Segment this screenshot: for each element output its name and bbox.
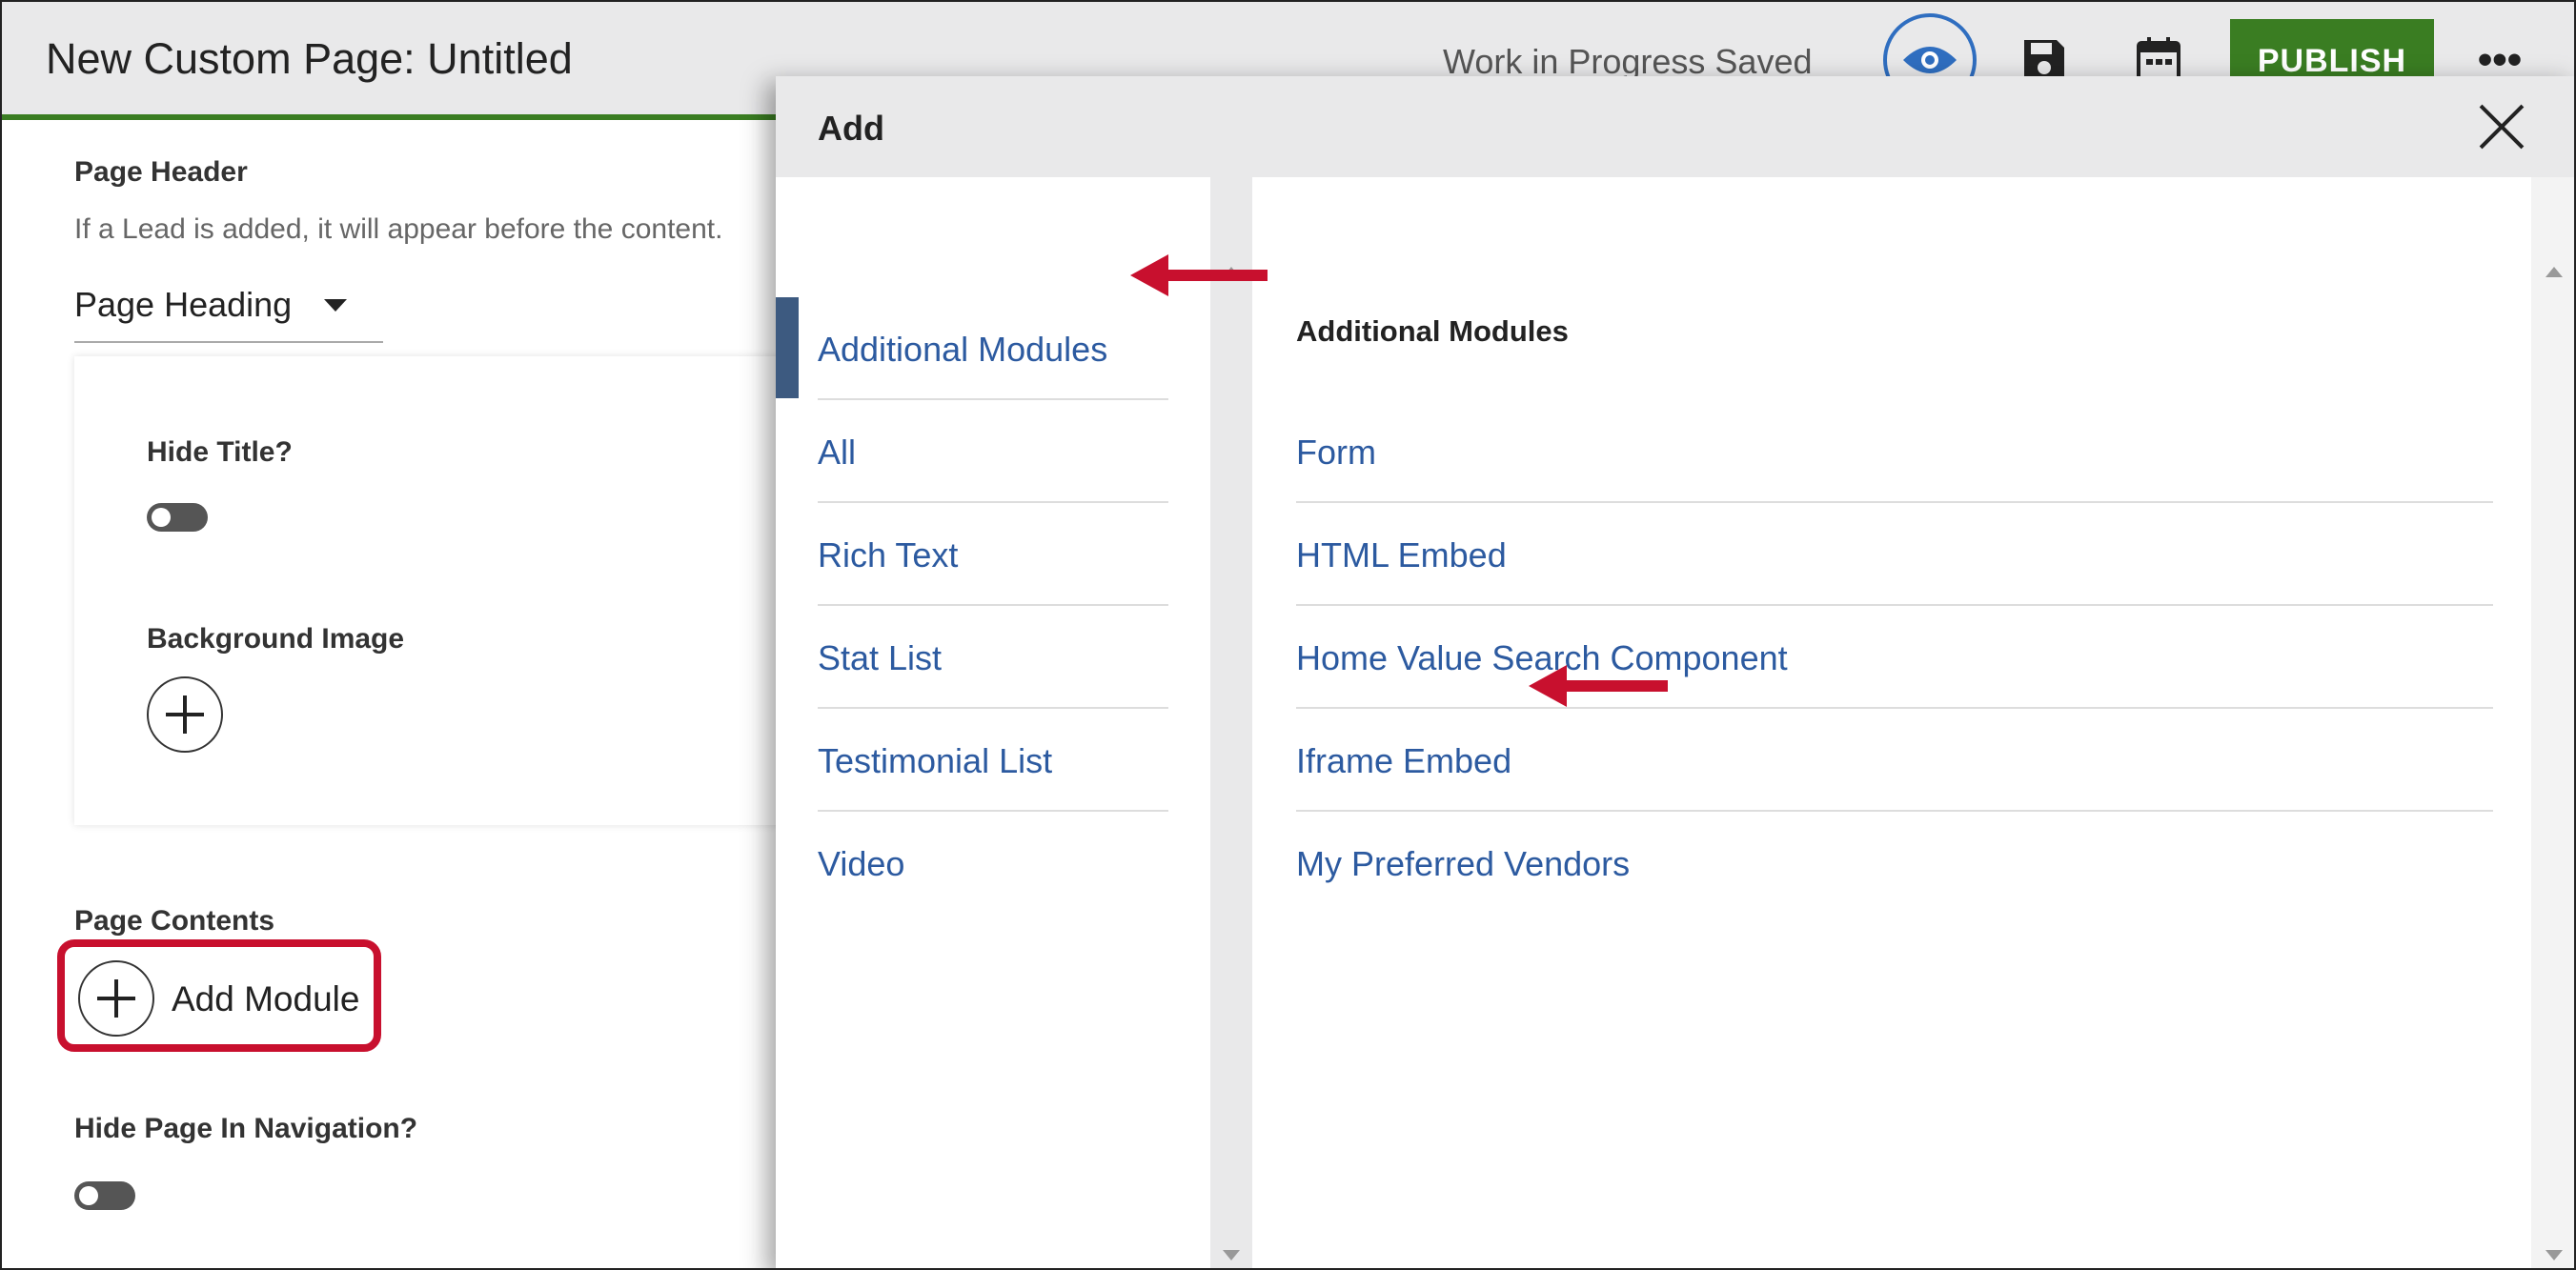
scroll-down-icon[interactable] — [2546, 1250, 2563, 1260]
module-item[interactable]: HTML Embed — [1296, 503, 2493, 606]
category-item[interactable]: Video — [818, 812, 1168, 915]
scroll-down-icon[interactable] — [1223, 1250, 1240, 1260]
page-header-help: If a Lead is added, it will appear befor… — [74, 213, 723, 245]
category-item[interactable]: All — [818, 400, 1168, 503]
hide-nav-label: Hide Page In Navigation? — [74, 1113, 418, 1144]
hide-title-toggle[interactable] — [147, 503, 208, 532]
modules-heading: Additional Modules — [1296, 314, 1569, 348]
active-category-indicator — [776, 297, 799, 398]
module-list: Additional Modules Form HTML Embed Home … — [1252, 177, 2531, 1268]
category-item[interactable]: Testimonial List — [818, 709, 1168, 812]
category-item[interactable]: Rich Text — [818, 503, 1168, 606]
module-item[interactable]: Form — [1296, 400, 2493, 503]
dialog-header: Add — [776, 76, 2574, 177]
module-item[interactable]: Home Value Search Component — [1296, 606, 2493, 709]
add-dialog: Add Additional Modules All Rich Text Sta… — [776, 76, 2574, 1268]
page-contents-label: Page Contents — [74, 905, 275, 937]
category-scrollbar[interactable] — [1210, 177, 1252, 1268]
hide-nav-toggle[interactable] — [74, 1181, 135, 1210]
dialog-title: Add — [818, 109, 884, 148]
add-module-button[interactable] — [78, 960, 154, 1037]
page-header-label: Page Header — [74, 156, 248, 188]
module-item[interactable]: My Preferred Vendors — [1296, 812, 2493, 915]
module-item[interactable]: Iframe Embed — [1296, 709, 2493, 812]
page-header-card: Hide Title? Background Image — [74, 356, 799, 825]
page-heading-select-value: Page Heading — [74, 285, 293, 324]
plus-icon — [166, 695, 204, 734]
annotation-arrow-icon — [1130, 254, 1268, 296]
app-frame: New Custom Page: Untitled Work in Progre… — [0, 0, 2576, 1270]
chevron-down-icon — [324, 298, 348, 312]
scroll-up-icon[interactable] — [2546, 267, 2563, 277]
hide-title-label: Hide Title? — [147, 436, 293, 468]
annotation-arrow-icon — [1529, 665, 1668, 707]
background-image-label: Background Image — [147, 623, 405, 655]
category-list: Additional Modules All Rich Text Stat Li… — [776, 177, 1210, 1268]
add-module-highlight: Add Module — [57, 939, 381, 1052]
category-item[interactable]: Stat List — [818, 606, 1168, 709]
add-background-image-button[interactable] — [147, 676, 223, 753]
add-module-label[interactable]: Add Module — [172, 979, 359, 1019]
page-title: New Custom Page: Untitled — [46, 34, 573, 83]
plus-icon — [97, 979, 135, 1018]
module-scrollbar[interactable] — [2531, 177, 2574, 1268]
category-item[interactable]: Additional Modules — [818, 297, 1168, 400]
page-heading-select[interactable]: Page Heading — [74, 269, 383, 343]
close-icon[interactable] — [2476, 101, 2527, 152]
